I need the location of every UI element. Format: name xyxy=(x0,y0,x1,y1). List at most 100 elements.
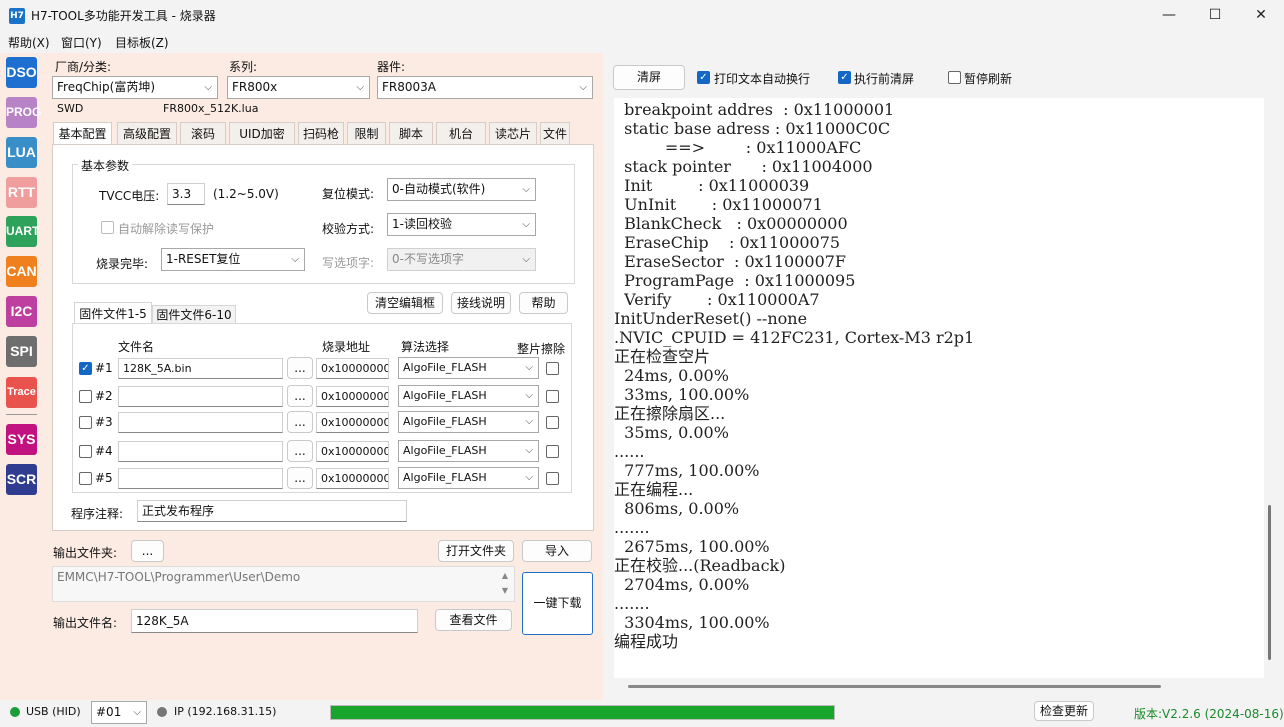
usb-status: USB (HID) xyxy=(26,705,81,718)
pause-refresh-label: 暂停刷新 xyxy=(964,72,1013,86)
path-scrollbar[interactable]: ▲ ▼ xyxy=(497,568,513,600)
algorithm-select[interactable]: AlgoFile_FLASH ⌵ xyxy=(398,357,539,379)
menu-target-board[interactable]: 目标板(Z) xyxy=(115,34,169,51)
sidebar-module-uart[interactable]: UART xyxy=(6,216,39,247)
write-option-select[interactable]: 0-不写选项字 ⌵ xyxy=(387,248,536,271)
burn-address-input[interactable]: 0x10000000 xyxy=(316,412,389,433)
burn-address-input[interactable]: 0x10000000 xyxy=(316,441,389,462)
burn-done-select[interactable]: 1-RESET复位 ⌵ xyxy=(161,248,305,271)
output-folder-browse-button[interactable]: ... xyxy=(131,540,164,562)
console-hscroll-thumb[interactable] xyxy=(628,685,1161,688)
file-row-checkbox[interactable] xyxy=(79,390,92,403)
sidebar-module-i2c[interactable]: I2C xyxy=(6,296,37,327)
write-option-value: 0-不写选项字 xyxy=(392,252,464,266)
pause-refresh-checkbox[interactable] xyxy=(948,71,961,84)
series-select[interactable]: FR800x ⌵ xyxy=(227,76,370,99)
file-row-checkbox[interactable] xyxy=(79,472,92,485)
help-button[interactable]: 帮助 xyxy=(519,292,568,314)
file-browse-button[interactable]: ... xyxy=(287,440,313,462)
tab-uid-encrypt[interactable]: UID加密 xyxy=(229,122,295,144)
sidebar-module-trace[interactable]: Trace xyxy=(6,377,37,408)
tab-files-6-10[interactable]: 固件文件6-10 xyxy=(152,305,236,324)
file-row-checkbox[interactable] xyxy=(79,445,92,458)
one-click-download-button[interactable]: 一键下载 xyxy=(522,572,593,635)
part-select[interactable]: FR8003A ⌵ xyxy=(377,76,593,99)
full-erase-checkbox[interactable] xyxy=(546,390,559,403)
algorithm-select[interactable]: AlgoFile_FLASH ⌵ xyxy=(398,467,539,489)
file-name-input[interactable]: 128K_5A.bin xyxy=(118,358,283,379)
file-row-checkbox[interactable] xyxy=(79,416,92,429)
maximize-button[interactable]: ☐ xyxy=(1192,0,1238,31)
sidebar-module-rtt[interactable]: RTT xyxy=(6,177,37,208)
sidebar-module-dso[interactable]: DSO xyxy=(6,57,37,88)
reset-mode-select[interactable]: 0-自动模式(软件) ⌵ xyxy=(387,178,536,201)
file-name-input[interactable] xyxy=(118,386,283,407)
tab-script[interactable]: 脚本 xyxy=(389,122,433,144)
minimize-button[interactable]: — xyxy=(1146,0,1192,31)
file-name-input[interactable] xyxy=(118,412,283,433)
clear-screen-button[interactable]: 清屏 xyxy=(613,65,685,90)
tab-limit[interactable]: 限制 xyxy=(347,122,386,144)
full-erase-checkbox[interactable] xyxy=(546,445,559,458)
tab-machine[interactable]: 机台 xyxy=(436,122,486,144)
menu-help[interactable]: 帮助(X) xyxy=(8,34,50,51)
algorithm-select[interactable]: AlgoFile_FLASH ⌵ xyxy=(398,411,539,433)
chevron-down-icon: ⌵ xyxy=(579,82,587,93)
check-update-button[interactable]: 检查更新 xyxy=(1034,701,1094,721)
menu-bar: 帮助(X) 窗口(Y) 目标板(Z) xyxy=(0,31,1284,53)
clear-before-checkbox[interactable]: ✓ xyxy=(838,71,851,84)
log-console[interactable]: breakpoint addres : 0x11000001 static ba… xyxy=(614,98,1264,678)
full-erase-checkbox[interactable] xyxy=(546,362,559,375)
file-browse-button[interactable]: ... xyxy=(287,385,313,407)
chevron-down-icon: ⌵ xyxy=(356,82,364,93)
tvcc-input[interactable]: 3.3 xyxy=(167,183,205,205)
tab-file[interactable]: 文件 xyxy=(540,122,570,144)
tab-files-1-5[interactable]: 固件文件1-5 xyxy=(74,302,152,324)
clear-before-label: 执行前清屏 xyxy=(854,72,915,86)
wiring-guide-button[interactable]: 接线说明 xyxy=(451,292,511,314)
tab-advanced[interactable]: 高级配置 xyxy=(117,122,177,144)
chevron-down-icon: ⌵ xyxy=(133,707,141,718)
auto-unlock-checkbox[interactable] xyxy=(101,221,114,234)
port-select[interactable]: #01 ⌵ xyxy=(91,701,147,724)
algorithm-select[interactable]: AlgoFile_FLASH ⌵ xyxy=(398,440,539,462)
file-browse-button[interactable]: ... xyxy=(287,411,313,433)
algorithm-value: AlgoFile_FLASH xyxy=(403,389,487,402)
full-erase-checkbox[interactable] xyxy=(546,472,559,485)
wrap-checkbox[interactable]: ✓ xyxy=(697,71,710,84)
file-name-input[interactable] xyxy=(118,468,283,489)
verify-mode-label: 校验方式: xyxy=(322,222,375,236)
console-vscroll-thumb[interactable] xyxy=(1268,505,1271,660)
sidebar-module-prog[interactable]: PROG xyxy=(6,97,41,128)
tab-scanner[interactable]: 扫码枪 xyxy=(298,122,344,144)
tab-read-chip[interactable]: 读芯片 xyxy=(489,122,537,144)
sidebar-module-spi[interactable]: SPI xyxy=(6,336,37,367)
burn-address-input[interactable]: 0x10000000 xyxy=(316,468,389,489)
clear-edit-button[interactable]: 清空编辑框 xyxy=(367,292,443,314)
file-row-checkbox[interactable]: ✓ xyxy=(79,362,92,375)
sidebar-module-sys[interactable]: SYS xyxy=(6,424,37,455)
verify-mode-select[interactable]: 1-读回校验 ⌵ xyxy=(387,213,536,236)
close-button[interactable]: ✕ xyxy=(1238,0,1284,31)
import-button[interactable]: 导入 xyxy=(522,540,592,562)
sidebar-module-scr[interactable]: SCR xyxy=(6,464,37,495)
note-label: 程序注释: xyxy=(71,507,124,521)
sidebar-module-lua[interactable]: LUA xyxy=(6,137,37,168)
algorithm-select[interactable]: AlgoFile_FLASH ⌵ xyxy=(398,385,539,407)
open-folder-button[interactable]: 打开文件夹 xyxy=(438,540,514,562)
output-path-field[interactable]: EMMC\H7-TOOL\Programmer\User\Demo xyxy=(52,566,515,602)
file-name-input[interactable] xyxy=(118,441,283,462)
tab-basic[interactable]: 基本配置 xyxy=(53,122,112,145)
output-filename-input[interactable]: 128K_5A xyxy=(131,609,418,633)
burn-address-input[interactable]: 0x10000000 xyxy=(316,386,389,407)
view-file-button[interactable]: 查看文件 xyxy=(435,609,512,631)
menu-window[interactable]: 窗口(Y) xyxy=(61,34,102,51)
sidebar-module-can[interactable]: CAN xyxy=(6,256,37,287)
vendor-select[interactable]: FreqChip(富芮坤) ⌵ xyxy=(52,76,218,99)
file-browse-button[interactable]: ... xyxy=(287,467,313,489)
burn-address-input[interactable]: 0x10000000 xyxy=(316,358,389,379)
file-browse-button[interactable]: ... xyxy=(287,357,313,379)
full-erase-checkbox[interactable] xyxy=(546,416,559,429)
tab-rolling-code[interactable]: 滚码 xyxy=(180,122,226,144)
note-input[interactable]: 正式发布程序 xyxy=(137,500,407,522)
